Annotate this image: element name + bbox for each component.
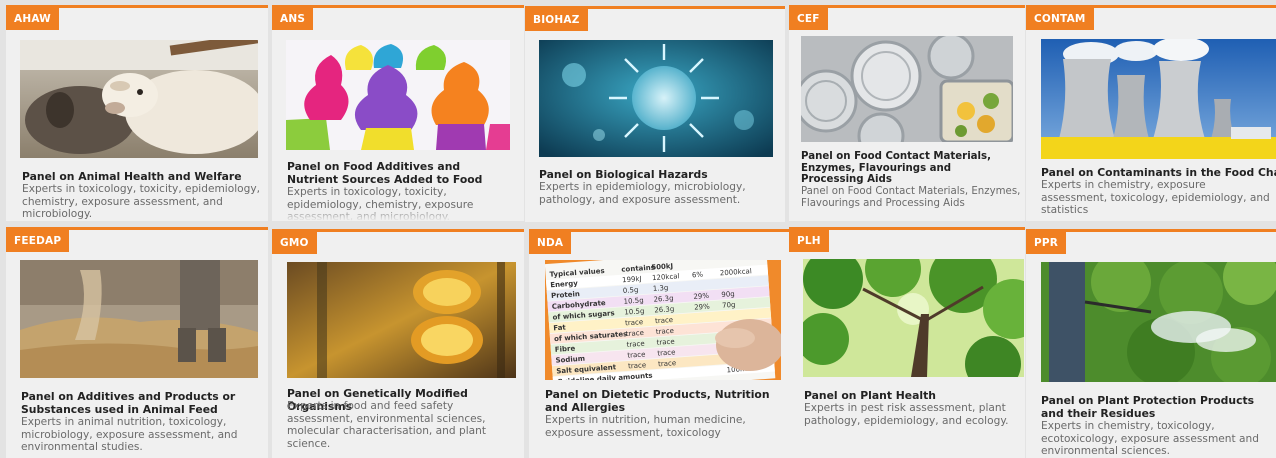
panel-card-cef[interactable]: CEF Panel on Food Contact Materials, Enz… [789,5,1025,221]
forest-canopy-image [803,259,1024,377]
nutrition-cell: trace [626,329,645,338]
nutrition-cell: 1.3g [653,284,669,293]
panel-description: Experts in chemistry, toxicology, ecotox… [1041,420,1259,458]
panel-tag: CEF [789,8,828,30]
nutrition-header-cell: 500kJ [651,262,673,272]
panel-tag: PPR [1026,232,1067,254]
panel-tag: CONTAM [1026,8,1094,30]
panel-image-trees[interactable] [803,259,1024,377]
panel-image-crop-spraying[interactable] [1041,262,1276,382]
corn-image [287,262,516,378]
panel-card-ans[interactable]: ANS Panel on Food Additives and Nutrient… [272,5,524,221]
panel-description: Experts in animal nutrition, toxicology,… [21,416,238,454]
nutrition-cell: trace [657,348,676,357]
sheep-image [20,40,258,158]
cans-image [801,36,1013,142]
panel-tag: NDA [529,232,572,254]
panel-description: Experts in food and feed safety assessme… [287,400,486,450]
panel-image-cupcakes[interactable] [286,40,510,150]
panel-description: Experts in pest risk assessment, plant p… [804,402,1009,427]
panel-title[interactable]: Panel on Additives and Products or Subst… [21,390,236,416]
panel-image-grain[interactable] [20,260,258,378]
nutrition-cell: 6% [692,271,704,280]
panel-title[interactable]: Panel on Contaminants in the Food Chain [1041,166,1276,179]
panel-image-nutrition-label[interactable]: Typical values contains 500kJ Energy 199kJ 12… [545,260,781,380]
nutrition-cell: 70g [722,301,736,310]
panel-card-nda[interactable]: Typical values contains 500kJ Energy 199kJ 12… [529,229,789,458]
nutrition-cell: trace [628,361,647,370]
cooling-towers-image [1041,39,1276,159]
panel-title[interactable]: Panel on Biological Hazards [539,168,774,181]
panel-image-cooling-towers[interactable] [1041,39,1276,159]
panel-card-biohaz[interactable]: BIOHAZ Panel on Biological Hazards Exper… [525,6,785,222]
panel-title[interactable]: Panel on Animal Health and Welfare [22,170,262,183]
nutrition-cell: Fat [553,323,567,332]
nutrition-cell: trace [658,359,677,368]
nutrition-cell: trace [656,327,675,336]
nutrition-cell: 10.5g [623,296,644,305]
panel-description: Experts in chemistry, exposure assessmen… [1041,179,1270,217]
nutrition-cell: trace [625,318,644,327]
panel-card-ahaw[interactable]: AHAW Panel on Animal Health and Welfare … [6,5,268,221]
panel-tag: PLH [789,230,829,252]
nutrition-cell: 90g [721,290,735,299]
nutrition-cell: 0.5g [623,286,639,295]
nutrition-cell: trace [655,316,674,325]
grain-image [20,260,258,378]
panel-tag: BIOHAZ [525,9,588,31]
panel-description: Experts in epidemiology, microbiology, p… [539,181,746,206]
nutrition-cell: Fibre [555,344,576,353]
panel-title[interactable]: Panel on Plant Protection Products and t… [1041,394,1276,420]
panel-card-contam[interactable]: CONTAM Panel on Contaminants in the Food… [1026,5,1276,221]
panel-grid: AHAW Panel on Animal Health and Welfare … [0,0,1276,458]
panel-image-cans[interactable] [801,36,1013,142]
panel-card-gmo[interactable]: GMO Panel on Genetically Modified Organi… [272,229,524,458]
nutrition-cell: 29% [693,292,709,301]
nutrition-cell: trace [656,338,675,347]
crop-spraying-image [1041,262,1276,382]
panel-tag: GMO [272,232,317,254]
panel-description: Experts in toxicology, toxicity, epidemi… [22,183,261,221]
panel-title[interactable]: Panel on Food Additives and Nutrient Sou… [287,160,512,186]
nutrition-cell: trace [627,350,646,359]
panel-image-corn[interactable] [287,262,516,378]
nutrition-cell: 10.5g [624,307,645,316]
panel-card-feedap[interactable]: FEEDAP Panel on Additives and Products o… [6,227,268,458]
virus-image [539,40,773,157]
nutrition-cell: 26.3g [653,294,674,303]
panel-title[interactable]: Panel on Dietetic Products, Nutrition an… [545,388,781,414]
panel-title[interactable]: Panel on Food Contact Materials, Enzymes… [801,151,1011,186]
panel-card-ppr[interactable]: PPR Panel on Plant Protection Products a… [1026,229,1276,458]
panel-title[interactable]: Panel on Plant Health [804,389,1019,402]
panel-tag: AHAW [6,8,59,30]
nutrition-cell: trace [626,340,645,349]
cupcakes-image [286,40,510,150]
panel-tag: FEEDAP [6,230,70,252]
panel-image-animals[interactable] [20,40,258,158]
nutrition-cell: 199kJ [622,275,642,284]
nutrition-cell: 29% [694,303,710,312]
nutrition-label-image: Typical values contains500kJEnergy 199kJ 12… [545,260,781,380]
text-fade [789,207,1025,221]
panel-card-plh[interactable]: PLH Panel on Plant Health Experts in pes… [789,227,1025,458]
text-fade [272,207,524,221]
panel-image-virus[interactable] [539,40,773,157]
panel-description: Experts in nutrition, human medicine, ex… [545,414,746,439]
panel-tag: ANS [272,8,314,30]
nutrition-cell: 26.3g [654,305,675,314]
